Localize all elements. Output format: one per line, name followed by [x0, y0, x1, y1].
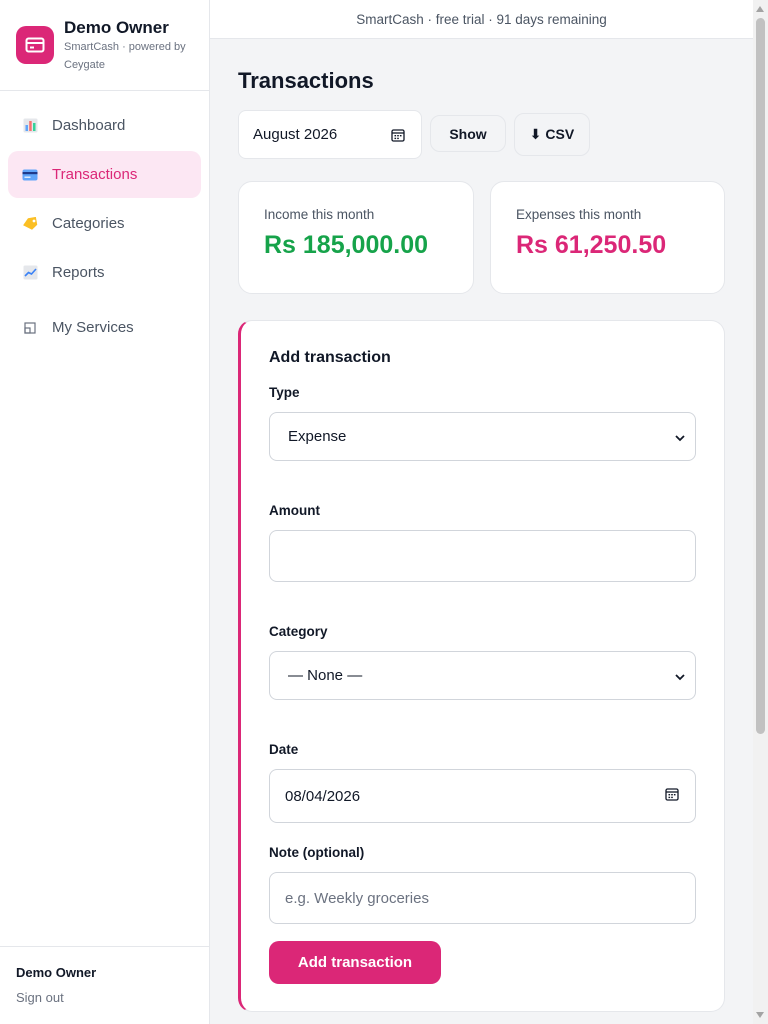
main-content: Transactions August 2026 Show ⬇ CSV Inco…: [238, 39, 725, 1012]
current-user-name: Demo Owner: [16, 965, 97, 980]
scroll-down-arrow-icon[interactable]: [756, 1012, 764, 1018]
amount-input[interactable]: [269, 530, 696, 582]
note-input-placeholder: e.g. Weekly groceries: [285, 889, 429, 907]
scroll-up-arrow-icon[interactable]: [756, 6, 764, 12]
sidebar-item-label: Reports: [52, 264, 105, 281]
trial-banner: SmartCash · free trial · 91 days remaini…: [210, 0, 753, 39]
sidebar-item-transactions[interactable]: Transactions: [8, 151, 201, 198]
brand-subtitle: SmartCash · powered by Ceygate: [64, 41, 186, 71]
sidebar: Demo Owner SmartCash · powered by Ceygat…: [0, 0, 210, 1024]
category-select[interactable]: — None —: [269, 651, 696, 700]
page-title: Transactions: [238, 68, 374, 93]
expense-card: Expenses this month Rs 61,250.50: [490, 181, 725, 294]
calendar-icon[interactable]: [391, 128, 405, 146]
form-title: Add transaction: [269, 349, 391, 366]
brand-name: Demo Owner: [64, 18, 169, 37]
date-input[interactable]: 08/04/2026: [269, 769, 696, 823]
line-chart-icon: [22, 265, 38, 281]
month-filter: August 2026 Show ⬇ CSV: [238, 110, 725, 160]
sidebar-item-label: Dashboard: [52, 117, 126, 134]
income-card: Income this month Rs 185,000.00: [238, 181, 474, 294]
income-value: Rs 185,000.00: [264, 231, 429, 259]
sidebar-item-categories[interactable]: Categories: [8, 200, 201, 247]
brand-header: Demo Owner SmartCash · powered by Ceygat…: [0, 0, 209, 91]
trial-banner-text: SmartCash · free trial · 91 days remaini…: [356, 11, 607, 27]
chevron-down-icon: [675, 667, 685, 684]
date-label: Date: [269, 742, 299, 757]
credit-card-icon: [22, 167, 38, 183]
sidebar-item-label: My Services: [52, 319, 134, 336]
sidebar-item-label: Categories: [52, 215, 125, 232]
category-label: Category: [269, 624, 328, 639]
sidebar-item-reports[interactable]: Reports: [8, 249, 201, 296]
type-select-value: Expense: [288, 428, 347, 445]
note-label: Note (optional): [269, 845, 365, 860]
expense-label: Expenses this month: [516, 207, 642, 222]
date-input-value: 08/04/2026: [285, 787, 361, 805]
add-transaction-button[interactable]: Add transaction: [269, 941, 441, 984]
window-icon: [22, 320, 38, 336]
income-label: Income this month: [264, 207, 375, 222]
vertical-scrollbar[interactable]: [753, 0, 768, 1024]
expense-value: Rs 61,250.50: [516, 231, 667, 259]
calendar-icon[interactable]: [665, 787, 679, 805]
sidebar-nav: Dashboard Transactions Categories Report…: [0, 91, 209, 351]
sidebar-item-label: Transactions: [52, 166, 138, 183]
type-select[interactable]: Expense: [269, 412, 696, 461]
scrollbar-thumb[interactable]: [756, 18, 765, 734]
type-label: Type: [269, 385, 300, 400]
sidebar-item-dashboard[interactable]: Dashboard: [8, 102, 201, 149]
bar-chart-icon: [22, 118, 38, 134]
category-select-value: — None —: [288, 667, 363, 684]
show-button[interactable]: Show: [430, 115, 506, 152]
export-csv-button[interactable]: ⬇ CSV: [514, 113, 590, 156]
amount-label: Amount: [269, 503, 320, 518]
month-picker-value: August 2026: [253, 126, 338, 143]
wallet-icon: [16, 26, 54, 64]
sign-out-link[interactable]: Sign out: [16, 990, 209, 1005]
add-transaction-form: Add transaction Type Expense Amount Cate…: [238, 320, 725, 1012]
tag-icon: [22, 216, 38, 232]
note-input[interactable]: e.g. Weekly groceries: [269, 872, 696, 924]
month-picker-input[interactable]: August 2026: [238, 110, 422, 159]
chevron-down-icon: [675, 428, 685, 445]
sidebar-footer: Demo Owner Sign out: [0, 946, 209, 1024]
sidebar-item-my-services[interactable]: My Services: [8, 304, 201, 351]
